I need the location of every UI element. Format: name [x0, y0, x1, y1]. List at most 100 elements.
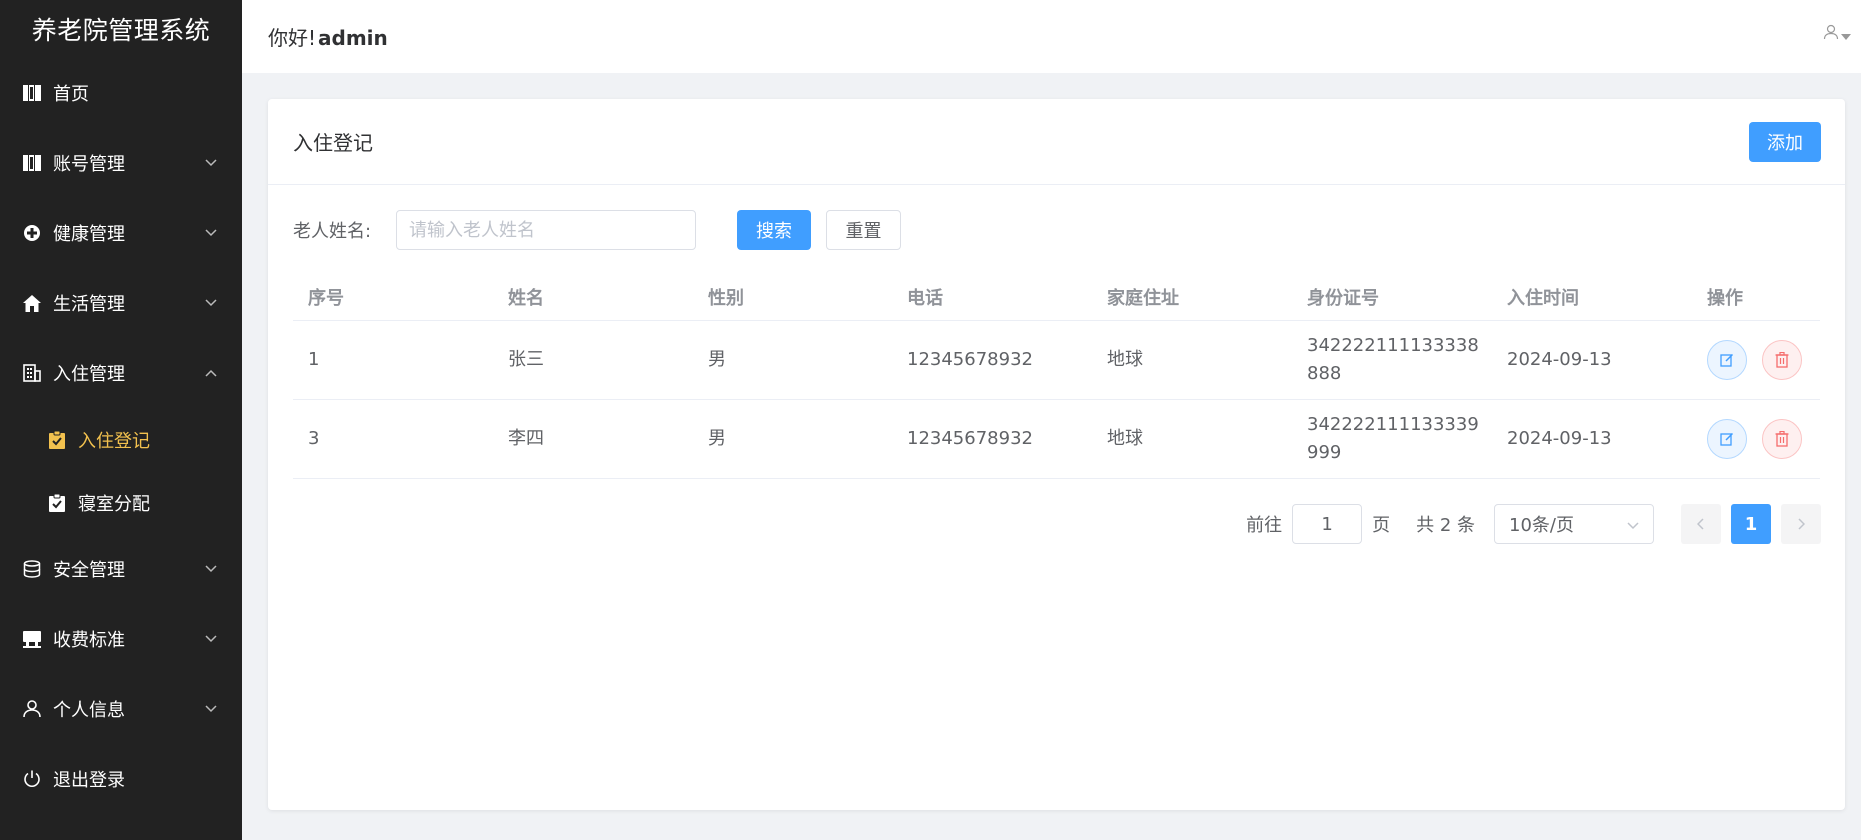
- sidebar-item-label: 入住管理: [53, 364, 125, 385]
- sidebar-item-logout[interactable]: 退出登录: [0, 744, 242, 814]
- checkin-table: 序号 姓名 性别 电话 家庭住址 身份证号 入住时间 操作 1 张三 男 123…: [293, 277, 1820, 479]
- edit-button[interactable]: [1707, 419, 1747, 459]
- clipboard-check-icon: [47, 493, 67, 513]
- row-gender: 男: [708, 349, 726, 370]
- table-header-cell: 电话: [907, 287, 943, 309]
- sidebar-item-checkin[interactable]: 入住管理: [0, 338, 242, 408]
- sidebar-item-label: 收费标准: [53, 630, 125, 651]
- chevron-down-icon: [204, 632, 218, 646]
- table-header-cell: 家庭住址: [1107, 287, 1179, 309]
- page-size-value: 10条/页: [1509, 515, 1574, 536]
- sidebar-subitem-room-assign[interactable]: 寝室分配: [0, 471, 242, 534]
- first-aid-icon: [22, 223, 42, 243]
- table-header-cell: 操作: [1707, 287, 1743, 309]
- sidebar-item-accounts[interactable]: 账号管理: [0, 128, 242, 198]
- search-button[interactable]: 搜索: [737, 210, 811, 250]
- chevron-right-icon: [1798, 518, 1805, 530]
- chevron-down-icon: [204, 296, 218, 310]
- row-phone: 12345678932: [907, 428, 1033, 449]
- sidebar-item-home[interactable]: 首页: [0, 58, 242, 128]
- trash-icon: [1775, 431, 1789, 447]
- sidebar-subitem-label: 寝室分配: [78, 493, 150, 515]
- clipboard-check-icon: [47, 430, 67, 450]
- app-title: 养老院管理系统: [31, 16, 211, 45]
- chevron-down-icon: [204, 562, 218, 576]
- search-bar: 老人姓名: 搜索 重置: [293, 210, 901, 250]
- prev-page-button[interactable]: [1681, 504, 1721, 544]
- edit-icon: [1720, 353, 1734, 367]
- sidebar-item-safety[interactable]: 安全管理: [0, 534, 242, 604]
- sidebar-item-label: 生活管理: [53, 294, 125, 315]
- next-page-button[interactable]: [1781, 504, 1821, 544]
- user-icon: [22, 699, 42, 719]
- table-header-cell: 序号: [308, 287, 344, 309]
- reset-button[interactable]: 重置: [826, 210, 901, 250]
- table-header-row: 序号 姓名 性别 电话 家庭住址 身份证号 入住时间 操作: [293, 277, 1820, 321]
- goto-label: 前往: [1246, 515, 1283, 536]
- sidebar-item-health[interactable]: 健康管理: [0, 198, 242, 268]
- card-header: 入住登记 添加: [268, 99, 1845, 185]
- row-gender: 男: [708, 428, 726, 449]
- row-name: 李四: [508, 428, 544, 449]
- table-header-cell: 身份证号: [1307, 287, 1379, 309]
- chevron-down-icon: [1627, 514, 1639, 535]
- sidebar-item-label: 账号管理: [53, 154, 125, 175]
- sidebar: 养老院管理系统 首页 账号管理 健康管理 生活管理 入住管理 入住登记 寝室分配…: [0, 0, 242, 840]
- row-phone: 12345678932: [907, 349, 1033, 370]
- row-name: 张三: [508, 349, 544, 370]
- sidebar-subitem-checkin-register[interactable]: 入住登记: [0, 408, 242, 471]
- page-unit-label: 页: [1372, 515, 1391, 536]
- sidebar-item-label: 首页: [53, 84, 89, 105]
- elder-name-input[interactable]: [396, 210, 696, 250]
- sidebar-subitem-label: 入住登记: [78, 430, 150, 452]
- table-header-cell: 性别: [708, 287, 744, 309]
- trash-icon: [1775, 352, 1789, 368]
- total-count: 共 2 条: [1416, 515, 1475, 536]
- building-icon: [22, 363, 42, 383]
- row-id: 3: [308, 428, 320, 449]
- user-menu-dropdown[interactable]: [1823, 24, 1851, 44]
- goto-page-input[interactable]: [1292, 504, 1363, 544]
- top-header: 你好! admin: [242, 0, 1861, 73]
- row-id: 1: [308, 349, 320, 370]
- edit-icon: [1720, 432, 1734, 446]
- chevron-down-icon: [204, 226, 218, 240]
- greeting: 你好! admin: [268, 22, 388, 51]
- search-label: 老人姓名:: [293, 221, 372, 242]
- pagination: 前往 页 共 2 条 10条/页 1: [1246, 504, 1821, 544]
- chevron-down-icon: [204, 702, 218, 716]
- add-button[interactable]: 添加: [1749, 121, 1821, 162]
- sidebar-item-fees[interactable]: 收费标准: [0, 604, 242, 674]
- page-size-select[interactable]: 10条/页: [1494, 504, 1654, 544]
- sidebar-item-label: 健康管理: [53, 224, 125, 245]
- row-address: 地球: [1107, 428, 1143, 449]
- home-icon: [22, 293, 42, 313]
- chevron-up-icon: [204, 366, 218, 380]
- delete-button[interactable]: [1762, 340, 1802, 380]
- sidebar-item-profile[interactable]: 个人信息: [0, 674, 242, 744]
- row-idcard: 342222111133338888: [1307, 335, 1479, 384]
- row-actions: [1692, 419, 1820, 459]
- row-idcard: 342222111133339999: [1307, 414, 1479, 463]
- shop-icon: [22, 629, 42, 649]
- sidebar-item-label: 安全管理: [53, 560, 125, 581]
- power-icon: [22, 769, 42, 789]
- greeting-text: 你好!: [268, 26, 317, 50]
- page-number-button[interactable]: 1: [1731, 504, 1771, 544]
- table-row: 1 张三 男 12345678932 地球 342222111133338888…: [293, 321, 1820, 400]
- row-actions: [1692, 340, 1820, 380]
- caret-down-icon: [1841, 25, 1851, 44]
- book-icon: [22, 153, 42, 173]
- sidebar-item-living[interactable]: 生活管理: [0, 268, 242, 338]
- edit-button[interactable]: [1707, 340, 1747, 380]
- table-header-cell: 入住时间: [1507, 287, 1579, 309]
- chevron-down-icon: [204, 156, 218, 170]
- book-icon: [22, 83, 42, 103]
- sidebar-item-label: 个人信息: [53, 700, 125, 721]
- user-icon: [1823, 24, 1839, 44]
- delete-button[interactable]: [1762, 419, 1802, 459]
- chevron-left-icon: [1697, 518, 1704, 530]
- database-icon: [22, 559, 42, 579]
- checkin-register-card: 入住登记 添加 老人姓名: 搜索 重置 序号 姓名 性别 电话 家庭住址 身份证…: [268, 99, 1845, 810]
- table-row: 3 李四 男 12345678932 地球 342222111133339999…: [293, 400, 1820, 479]
